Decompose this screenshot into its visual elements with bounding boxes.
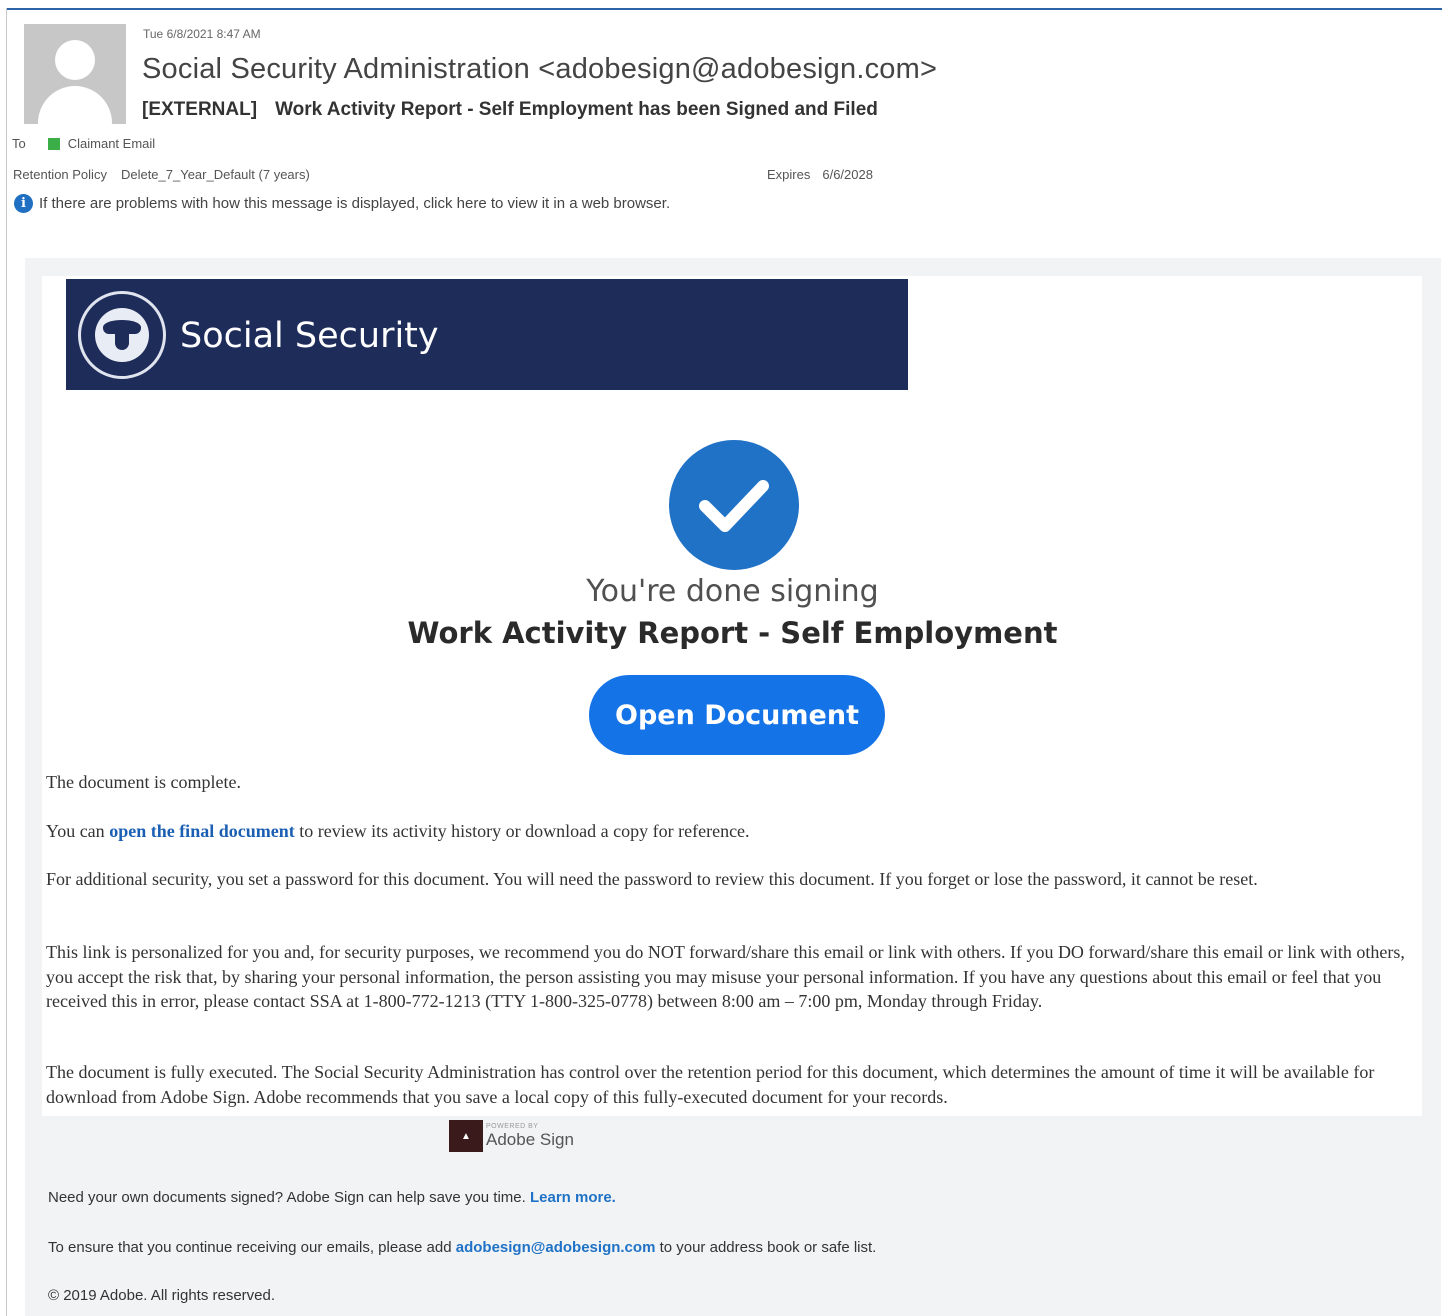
adobe-icon: ▲ [449,1120,483,1152]
powered-by-label: POWERED BY [486,1122,539,1130]
to-recipient[interactable]: Claimant Email [68,136,155,151]
retention-value: Delete_7_Year_Default (7 years) [120,167,310,182]
contact-status-icon [47,137,60,150]
expires-label: Expires [767,167,811,182]
need-text: Need your own documents signed? Adobe Si… [48,1189,530,1206]
to-row: To Claimant Email [12,136,155,151]
ensure-after: to your address book or safe list. [655,1239,877,1256]
retention-row: Retention Policy Delete_7_Year_Default (7… [13,167,310,182]
p2-after: to review its activity history or downlo… [294,821,750,841]
left-rule [6,8,7,1316]
done-signing-text: You're done signing [586,574,879,609]
sender-avatar [24,24,126,124]
body-paragraph-retention: The document is fully executed. The Soci… [46,1062,1375,1107]
external-tag: [EXTERNAL] [142,99,258,120]
expires-value: 6/6/2028 [822,167,873,182]
open-document-button[interactable]: Open Document [589,675,885,755]
banner-title: Social Security [180,316,439,356]
body-paragraph-security: This link is personalized for you and, f… [46,942,1405,1011]
body-paragraph-complete: The document is complete. [46,772,241,792]
info-text[interactable]: If there are problems with how this mess… [39,195,670,212]
adobe-sign-logo: ▲ POWERED BY Adobe Sign [449,1120,574,1152]
adobesign-email-link[interactable]: adobesign@adobesign.com [456,1239,656,1256]
footer-safe-list: To ensure that you continue receiving ou… [48,1239,876,1256]
open-final-document-link[interactable]: open the final document [109,821,295,841]
view-in-browser-notice[interactable]: i If there are problems with how this me… [14,194,670,213]
body-paragraph-open: You can open the final document to revie… [46,819,1416,844]
email-date: Tue 6/8/2021 8:47 AM [143,27,261,41]
brand-name: Adobe Sign [486,1129,574,1149]
to-label: To [12,136,26,151]
p2-before: You can [46,821,110,841]
body-paragraph-password: For additional security, you set a passw… [46,869,1258,889]
email-sender[interactable]: Social Security Administration <adobesig… [142,53,937,86]
email-subject: [EXTERNAL] Work Activity Report - Self Em… [142,99,878,121]
retention-label: Retention Policy [13,167,107,182]
email-window: Tue 6/8/2021 8:47 AM Social Security Adm… [0,0,1445,1316]
top-rule [6,8,1442,10]
expires-row: Expires 6/6/2028 [767,167,873,182]
copyright: © 2019 Adobe. All rights reserved. [48,1287,276,1304]
ssa-seal-logo [78,291,166,379]
document-title: Work Activity Report - Self Employment [407,616,1058,650]
checkmark-icon [669,440,799,570]
ensure-before: To ensure that you continue receiving ou… [48,1239,456,1256]
info-icon: i [14,194,33,213]
subject-text: Work Activity Report - Self Employment h… [275,99,878,120]
footer-need-signed: Need your own documents signed? Adobe Si… [48,1189,616,1206]
learn-more-link[interactable]: Learn more. [530,1189,616,1206]
